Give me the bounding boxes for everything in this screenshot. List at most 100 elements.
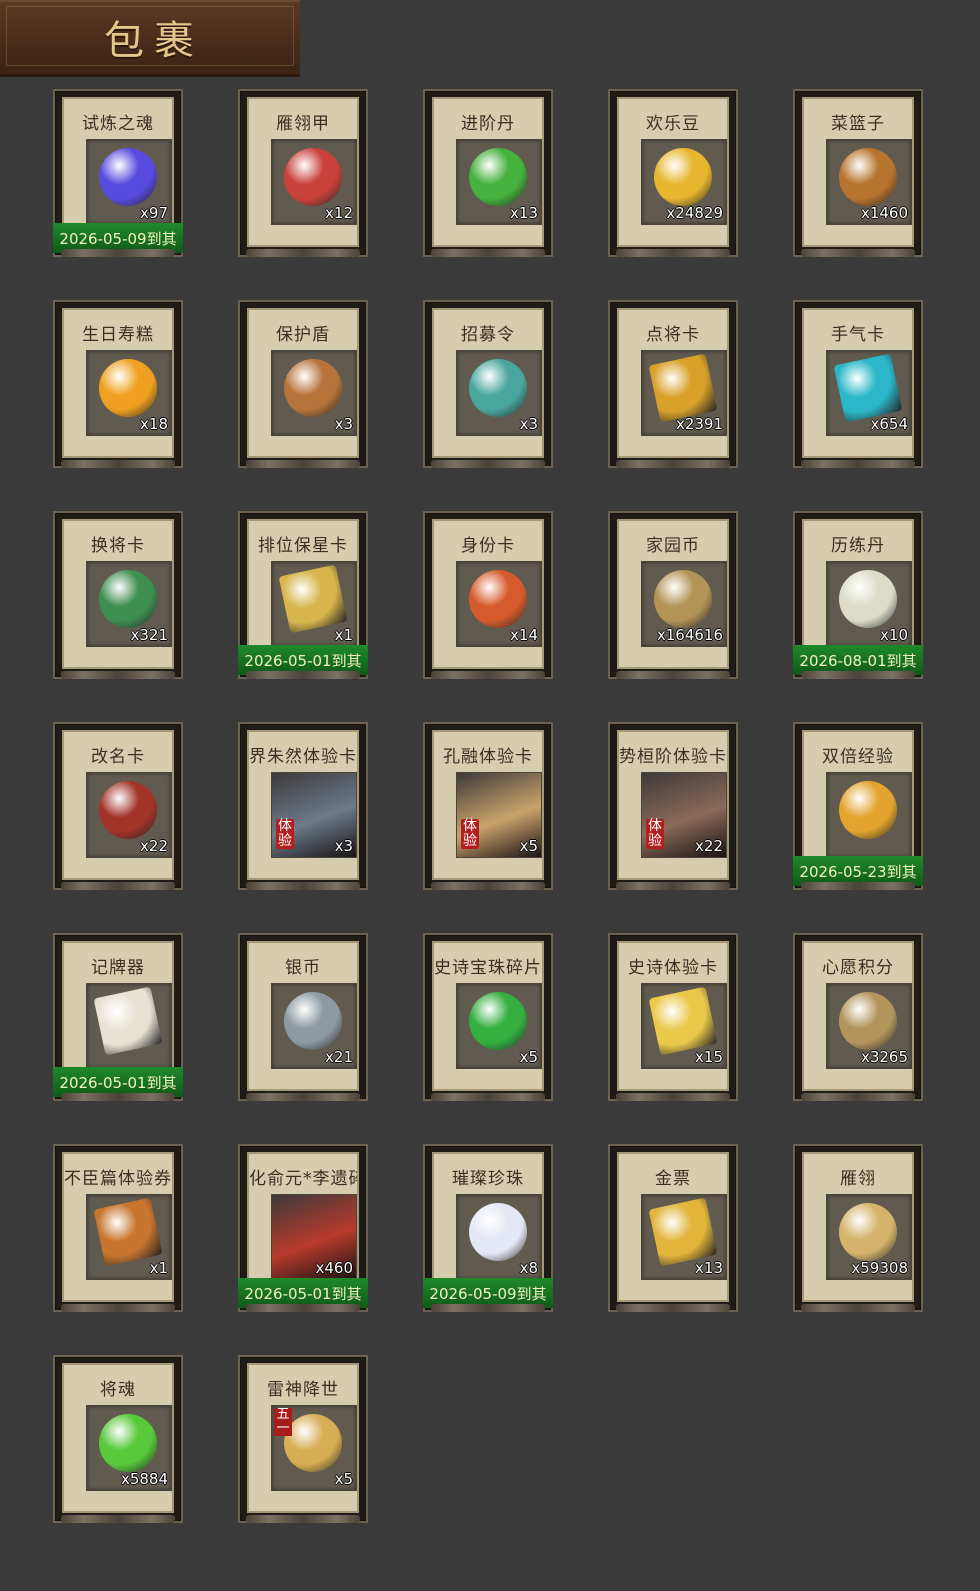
item-icon-slot — [826, 772, 912, 858]
item-count: x22 — [140, 837, 168, 855]
item-count: x1460 — [860, 204, 908, 222]
item-card-frame: 心愿积分 x3265 — [802, 941, 914, 1091]
item-count: x12 — [325, 204, 353, 222]
item-count: x164616 — [656, 626, 723, 644]
gold-ticket-icon — [648, 1197, 718, 1267]
item-card[interactable]: 家园币 x164616 — [608, 511, 738, 679]
item-name: 将魂 — [100, 1380, 136, 1400]
item-icon-slot: x321 — [86, 561, 172, 647]
item-card-frame: 将魂 x5884 — [62, 1363, 174, 1513]
item-card[interactable]: 试炼之魂 x97 2026-05-09到其 — [53, 89, 183, 257]
item-name: 欢乐豆 — [646, 114, 700, 134]
item-icon-slot: x3 — [456, 350, 542, 436]
item-count: x8 — [519, 1259, 538, 1277]
item-card[interactable]: 双倍经验 2026-05-23到其 — [793, 722, 923, 890]
item-card[interactable]: 菜篮子 x1460 — [793, 89, 923, 257]
item-card[interactable]: 生日寿糕 x18 — [53, 300, 183, 468]
item-card[interactable]: 璀璨珍珠 x8 2026-05-09到其 — [423, 1144, 553, 1312]
item-card[interactable]: 进阶丹 x13 — [423, 89, 553, 257]
item-name: 势桓阶体验卡 — [619, 747, 727, 767]
item-name: 菜篮子 — [831, 114, 885, 134]
item-icon-slot: x21 — [271, 983, 357, 1069]
item-card[interactable]: 孔融体验卡 体验 x5 — [423, 722, 553, 890]
item-name: 界朱然体验卡 — [249, 747, 357, 767]
item-card[interactable]: 雁翎甲 x12 — [238, 89, 368, 257]
item-icon-slot: x13 — [456, 139, 542, 225]
item-card[interactable]: 将魂 x5884 — [53, 1355, 183, 1523]
item-icon-slot: x3 — [271, 350, 357, 436]
item-card-frame: 界朱然体验卡 体验 x3 — [247, 730, 359, 880]
item-card[interactable]: 欢乐豆 x24829 — [608, 89, 738, 257]
home-coin-icon — [654, 570, 712, 628]
item-name: 双倍经验 — [822, 747, 894, 767]
item-name: 史诗体验卡 — [628, 958, 718, 978]
item-icon-slot — [86, 983, 172, 1069]
item-count: x18 — [140, 415, 168, 433]
item-card-frame: 换将卡 x321 — [62, 519, 174, 669]
gift-box-icon — [284, 1414, 342, 1472]
basket-icon — [839, 148, 897, 206]
expiry-date-bar: 2026-08-01到其 — [793, 645, 923, 675]
item-card-frame: 手气卡 x654 — [802, 308, 914, 458]
item-name: 不臣篇体验券 — [64, 1169, 172, 1189]
item-name: 记牌器 — [91, 958, 145, 978]
item-count: x14 — [510, 626, 538, 644]
item-card[interactable]: 界朱然体验卡 体验 x3 — [238, 722, 368, 890]
item-card[interactable]: 手气卡 x654 — [793, 300, 923, 468]
item-card[interactable]: 保护盾 x3 — [238, 300, 368, 468]
item-card[interactable]: 银币 x21 — [238, 933, 368, 1101]
item-card[interactable]: 排位保星卡 x1 2026-05-01到其 — [238, 511, 368, 679]
item-card-frame: 招募令 x3 — [432, 308, 544, 458]
rename-scroll-icon — [99, 781, 157, 839]
luck-card-icon — [833, 353, 903, 423]
cake-icon — [99, 359, 157, 417]
item-name: 化俞元*李遗碎片 — [249, 1169, 357, 1189]
rank-shield-card-icon — [278, 564, 348, 634]
pearl-icon — [469, 1203, 527, 1261]
item-card[interactable]: 招募令 x3 — [423, 300, 553, 468]
item-card[interactable]: 史诗宝珠碎片 x5 — [423, 933, 553, 1101]
item-card[interactable]: 历练丹 x10 2026-08-01到其 — [793, 511, 923, 679]
item-card-frame: 身份卡 x14 — [432, 519, 544, 669]
item-icon-slot: x3265 — [826, 983, 912, 1069]
item-card-frame: 孔融体验卡 体验 x5 — [432, 730, 544, 880]
gold-card-icon — [648, 986, 718, 1056]
item-card[interactable]: 雁翎 x59308 — [793, 1144, 923, 1312]
item-card[interactable]: 不臣篇体验券 x1 — [53, 1144, 183, 1312]
item-icon-slot: x1 — [271, 561, 357, 647]
item-card-frame: 史诗宝珠碎片 x5 — [432, 941, 544, 1091]
item-card-frame: 银币 x21 — [247, 941, 359, 1091]
trial-tag: 体验 — [646, 818, 664, 849]
item-count: x21 — [325, 1048, 353, 1066]
item-icon-slot: 体验 x22 — [641, 772, 727, 858]
item-name: 进阶丹 — [461, 114, 515, 134]
item-card[interactable]: 改名卡 x22 — [53, 722, 183, 890]
item-card-frame: 点将卡 x2391 — [617, 308, 729, 458]
item-card[interactable]: 化俞元*李遗碎片 x4602026-05-01到其 — [238, 1144, 368, 1312]
item-icon-slot: x13 — [641, 1194, 727, 1280]
expiry-date-bar: 2026-05-01到其 — [238, 1278, 368, 1308]
item-card[interactable]: 身份卡 x14 — [423, 511, 553, 679]
item-card[interactable]: 雷神降世 五一 x5 — [238, 1355, 368, 1523]
item-name: 排位保星卡 — [258, 536, 348, 556]
recruit-token-icon — [469, 359, 527, 417]
item-card[interactable]: 势桓阶体验卡体验 x22 — [608, 722, 738, 890]
item-card[interactable]: 史诗体验卡 x15 — [608, 933, 738, 1101]
item-card[interactable]: 心愿积分 x3265 — [793, 933, 923, 1101]
green-crystal-icon — [99, 1414, 157, 1472]
item-card-frame: 雁翎 x59308 — [802, 1152, 914, 1302]
item-card-frame: 改名卡 x22 — [62, 730, 174, 880]
item-icon-slot: x460 — [271, 1194, 357, 1280]
item-card[interactable]: 记牌器 2026-05-01到其 — [53, 933, 183, 1101]
trial-tag: 体验 — [461, 818, 479, 849]
item-card[interactable]: 金票 x13 — [608, 1144, 738, 1312]
trial-tag: 体验 — [276, 818, 294, 849]
item-name: 雷神降世 — [267, 1380, 339, 1400]
item-name: 手气卡 — [831, 325, 885, 345]
item-card[interactable]: 点将卡 x2391 — [608, 300, 738, 468]
item-card[interactable]: 换将卡 x321 — [53, 511, 183, 679]
item-count: x13 — [695, 1259, 723, 1277]
gold-beans-icon — [654, 148, 712, 206]
item-card-frame: 家园币 x164616 — [617, 519, 729, 669]
item-card-frame: 势桓阶体验卡体验 x22 — [617, 730, 729, 880]
